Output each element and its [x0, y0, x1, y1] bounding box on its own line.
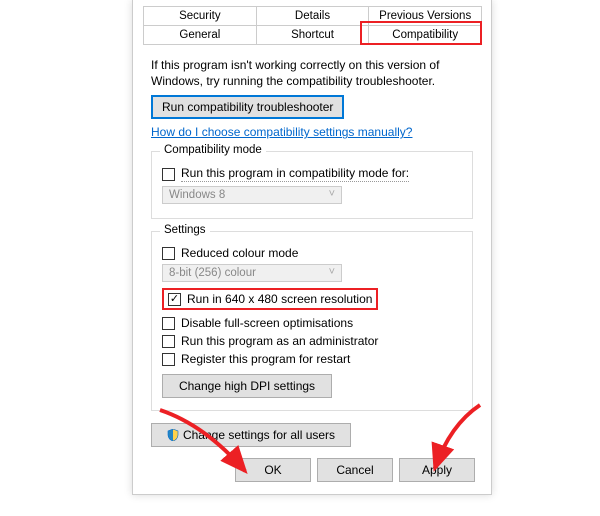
tab-security[interactable]: Security [143, 6, 257, 26]
cancel-button[interactable]: Cancel [317, 458, 393, 482]
checkbox-icon [162, 353, 175, 366]
ok-button[interactable]: OK [235, 458, 311, 482]
checkbox-icon [162, 335, 175, 348]
change-dpi-button[interactable]: Change high DPI settings [162, 374, 332, 398]
checkbox-icon [162, 247, 175, 260]
tab-row-2: General Shortcut Compatibility [143, 25, 481, 45]
settings-group: Settings Reduced colour mode 8-bit (256)… [151, 231, 473, 411]
checkbox-icon [162, 317, 175, 330]
disable-fullscreen-checkbox[interactable]: Disable full-screen optimisations [162, 316, 462, 330]
tab-row-1: Security Details Previous Versions [143, 6, 481, 26]
compat-mode-checkbox[interactable]: Run this program in compatibility mode f… [162, 166, 462, 182]
run-640-label: Run in 640 x 480 screen resolution [187, 292, 372, 306]
compat-mode-label: Run this program in compatibility mode f… [181, 166, 409, 182]
help-link[interactable]: How do I choose compatibility settings m… [151, 125, 412, 139]
reduced-colour-checkbox[interactable]: Reduced colour mode [162, 246, 462, 260]
apply-button[interactable]: Apply [399, 458, 475, 482]
dialog-buttons: OK Cancel Apply [235, 458, 475, 482]
run-admin-checkbox[interactable]: Run this program as an administrator [162, 334, 462, 348]
tab-compatibility[interactable]: Compatibility [368, 25, 482, 45]
run-admin-label: Run this program as an administrator [181, 334, 378, 348]
checkbox-icon-checked [168, 293, 181, 306]
run-troubleshooter-button[interactable]: Run compatibility troubleshooter [151, 95, 344, 119]
checkbox-icon [162, 168, 175, 181]
compatibility-mode-group: Compatibility mode Run this program in c… [151, 151, 473, 219]
group-title-settings: Settings [160, 224, 210, 236]
tab-content: If this program isn't working correctly … [133, 45, 491, 457]
annotation-highlight-run640: Run in 640 x 480 screen resolution [162, 288, 378, 310]
colour-depth-select: 8-bit (256) colour [162, 264, 342, 282]
intro-text: If this program isn't working correctly … [151, 57, 473, 89]
register-restart-label: Register this program for restart [181, 352, 350, 366]
tabs-area: Security Details Previous Versions Gener… [133, 0, 491, 45]
tab-previous-versions[interactable]: Previous Versions [368, 6, 482, 26]
run-640x480-checkbox[interactable]: Run in 640 x 480 screen resolution [168, 292, 372, 306]
register-restart-checkbox[interactable]: Register this program for restart [162, 352, 462, 366]
group-title-compat: Compatibility mode [160, 144, 266, 156]
properties-dialog: Security Details Previous Versions Gener… [132, 0, 492, 495]
reduced-colour-label: Reduced colour mode [181, 246, 298, 260]
tab-shortcut[interactable]: Shortcut [256, 25, 370, 45]
compat-os-select: Windows 8 [162, 186, 342, 204]
tab-details[interactable]: Details [256, 6, 370, 26]
disable-fullscreen-label: Disable full-screen optimisations [181, 316, 353, 330]
change-all-users-button[interactable]: Change settings for all users [151, 423, 351, 447]
shield-icon [167, 429, 179, 441]
change-all-label: Change settings for all users [183, 428, 335, 442]
tab-general[interactable]: General [143, 25, 257, 45]
